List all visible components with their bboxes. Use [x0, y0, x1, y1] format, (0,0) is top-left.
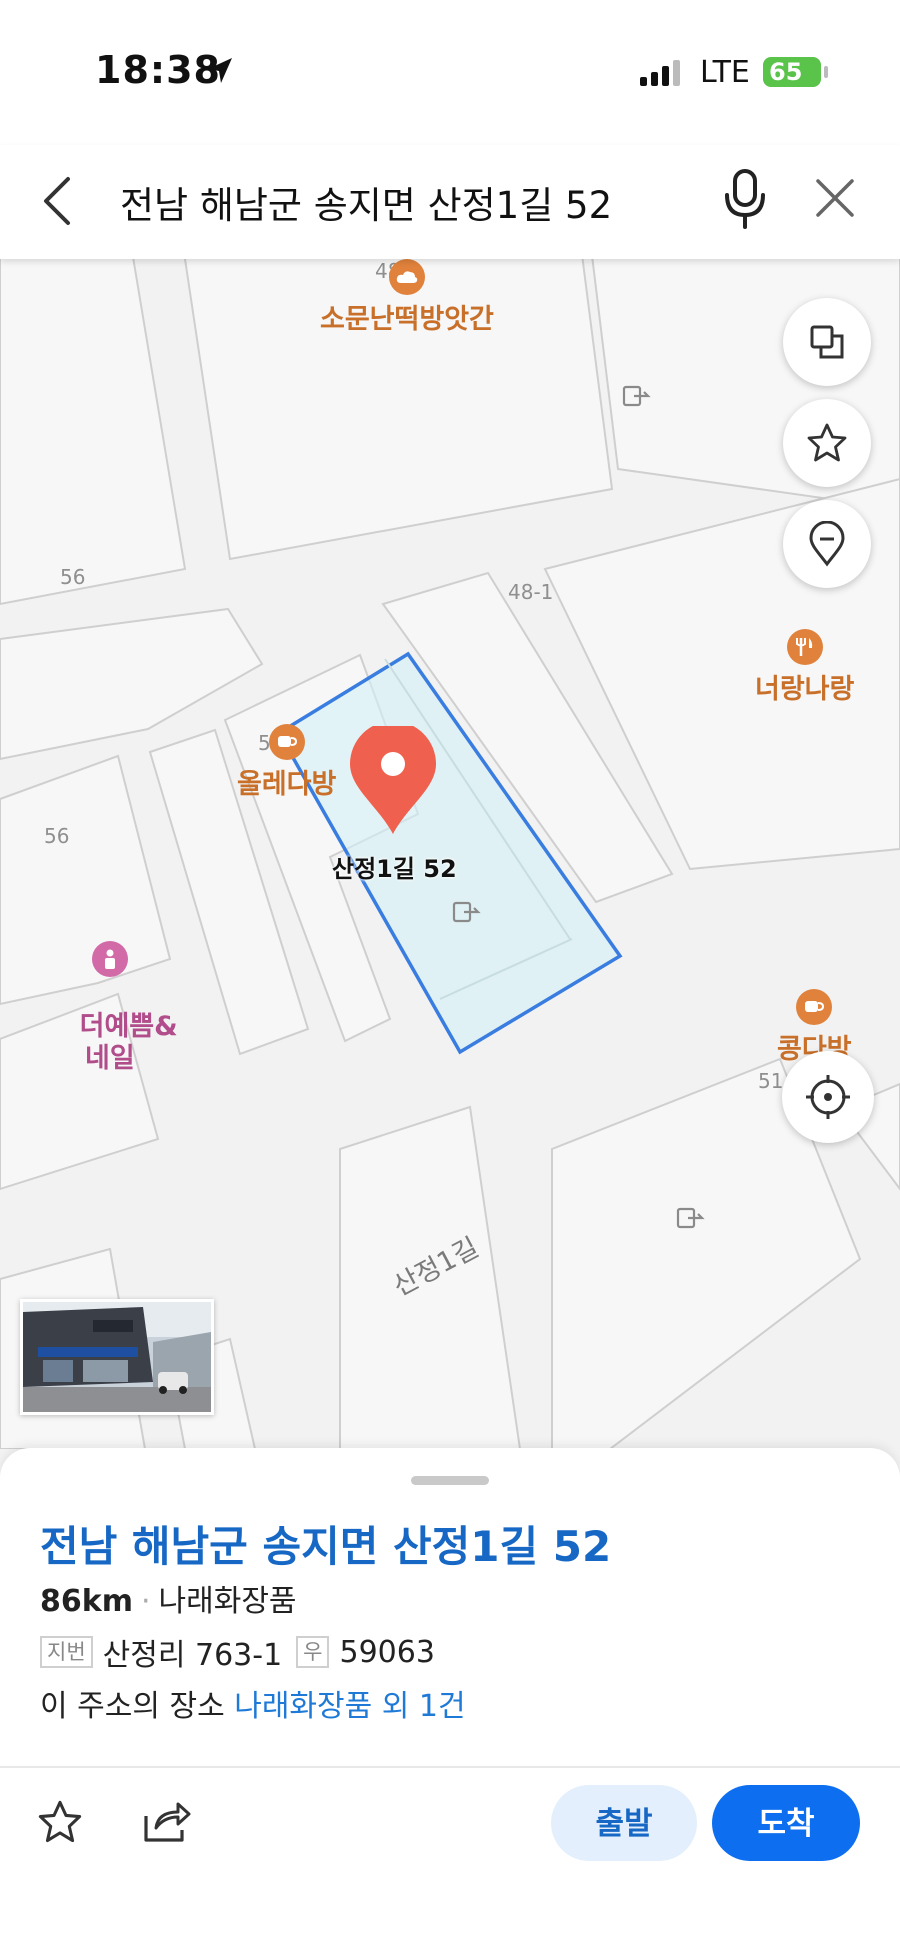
layers-icon: [810, 325, 844, 359]
status-time: 18:38: [95, 48, 221, 92]
jibun-row: 지번 산정리 763-1 우 59063: [40, 1630, 435, 1674]
layers-button[interactable]: [783, 298, 871, 386]
favorite-button[interactable]: [783, 399, 871, 487]
status-bar: 18:38 LTE 65: [0, 0, 900, 145]
battery-level: 65: [769, 58, 803, 86]
building-number: 51: [758, 1069, 784, 1093]
divider: [0, 1766, 900, 1768]
poi-label: 더예쁨& 네일: [79, 1011, 178, 1074]
places-row: 이 주소의 장소 나래화장품 외 1건: [40, 1681, 466, 1725]
poi-nail-shop[interactable]: 더예쁨& 네일: [42, 877, 178, 1107]
separator-dot: ·: [140, 1584, 151, 1619]
share-icon[interactable]: [142, 1798, 192, 1848]
street-view-thumbnail[interactable]: [20, 1299, 214, 1415]
pin-outline-icon: [809, 521, 845, 567]
cloud-icon: [388, 259, 425, 295]
poi-restaurant[interactable]: 너랑나랑: [755, 629, 854, 706]
poi-cafe-olle[interactable]: 올레다방: [237, 724, 336, 801]
save-star-icon[interactable]: [36, 1798, 84, 1850]
map-view[interactable]: 48 56 48-1 5 56 51 소문난떡방앗간 너랑나랑 올레다방 더예쁨…: [0, 259, 900, 1449]
crosshair-icon: [806, 1075, 850, 1119]
cafe-icon: [796, 989, 833, 1025]
poi-label: 소문난떡방앗간: [320, 304, 494, 335]
close-icon[interactable]: [812, 175, 858, 225]
place-title[interactable]: 전남 해남군 송지면 산정1길 52: [40, 1513, 611, 1574]
building-number: 56: [44, 824, 70, 848]
set-location-button[interactable]: [783, 500, 871, 588]
cafe-icon: [268, 724, 305, 760]
star-icon: [807, 423, 847, 462]
battery-tip: [824, 66, 828, 78]
place-info-sheet: 전남 해남군 송지면 산정1길 52 86km · 나래화장품 지번 산정리 763…: [0, 1448, 900, 1957]
network-type: LTE: [700, 55, 750, 90]
places-prefix: 이 주소의 장소: [40, 1689, 225, 1724]
jibun-tag: 지번: [40, 1636, 93, 1668]
cellular-signal-icon: [640, 60, 686, 90]
restaurant-icon: [786, 629, 823, 665]
places-link[interactable]: 나래화장품 외 1건: [234, 1689, 465, 1724]
distance: 86km: [40, 1584, 133, 1619]
sheet-drag-handle[interactable]: [411, 1476, 489, 1485]
search-query[interactable]: 전남 해남군 송지면 산정1길 52: [120, 175, 612, 229]
search-bar: 전남 해남군 송지면 산정1길 52: [0, 145, 900, 259]
depart-button[interactable]: 출발: [551, 1785, 697, 1861]
battery-icon: 65: [763, 57, 821, 87]
place-category: 나래화장품: [158, 1584, 297, 1619]
poi-label: 너랑나랑: [755, 674, 855, 705]
selected-address-label: 산정1길 52: [332, 855, 457, 883]
arrive-button[interactable]: 도착: [712, 1785, 860, 1861]
poi-rice-cake-mill[interactable]: 소문난떡방앗간: [320, 259, 494, 336]
jibun-address: 산정리 763-1: [102, 1638, 283, 1673]
building-number: 48-1: [508, 580, 554, 604]
distance-row: 86km · 나래화장품: [40, 1576, 297, 1620]
poi-label: 올레다방: [237, 769, 337, 800]
current-location-button[interactable]: [782, 1051, 874, 1143]
postal-tag: 우: [296, 1636, 330, 1668]
microphone-icon[interactable]: [720, 167, 770, 235]
location-arrow-icon: [205, 56, 235, 90]
postal-code: 59063: [339, 1634, 435, 1670]
location-pin-icon[interactable]: [348, 721, 438, 842]
beauty-icon: [91, 941, 128, 977]
building-number: 56: [60, 565, 86, 589]
back-icon[interactable]: [36, 173, 86, 229]
